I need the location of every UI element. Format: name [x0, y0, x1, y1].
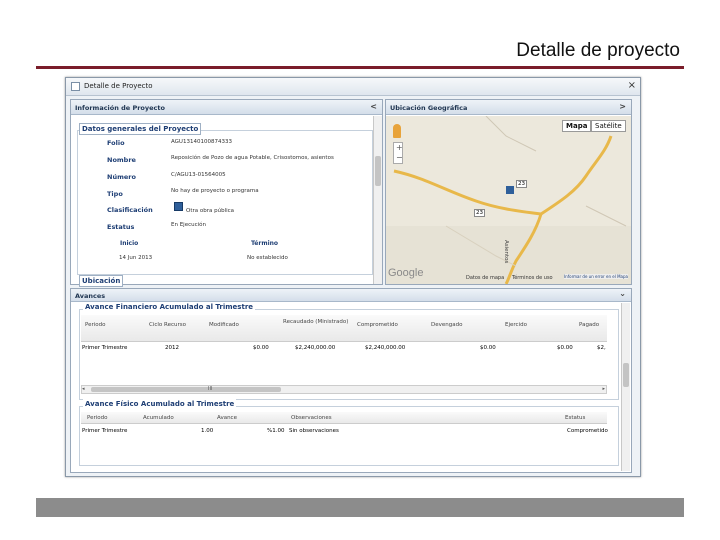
info-scroll-thumb[interactable] [375, 156, 381, 186]
avances-scroll-thumb[interactable] [623, 363, 629, 387]
termino-value: No establecido [247, 255, 288, 261]
project-marker-icon[interactable] [506, 186, 514, 194]
field-value-nombre: Reposición de Pozo de agua Potable, Cris… [171, 155, 334, 161]
col-modificado[interactable]: Modificado [209, 322, 239, 328]
road-badge: 23 [474, 209, 485, 217]
place-label: Asientos [503, 240, 509, 264]
public-works-icon [174, 202, 183, 211]
col-observaciones[interactable]: Observaciones [291, 415, 332, 421]
zoom-control: + − [393, 142, 403, 164]
avances-header: Avances ⌄ [71, 289, 631, 302]
cell-periodo: Primer Trimestre [82, 428, 128, 434]
map-type-satelite-button[interactable]: Satélite [591, 120, 626, 132]
map-panel-title: Ubicación Geográfica [390, 104, 468, 112]
field-value-tipo: No hay de proyecto o programa [171, 188, 259, 194]
avances-scrollbar[interactable] [621, 303, 630, 471]
cell-modificado: $0.00 [253, 345, 269, 351]
col-ciclo-recurso[interactable]: Ciclo Recurso [149, 322, 186, 328]
cell-devengado: $0.00 [480, 345, 496, 351]
cell-comprometido: $2,240,000.00 [365, 345, 406, 351]
zoom-out-icon[interactable]: − [396, 153, 403, 162]
window-title: Detalle de Proyecto [84, 82, 153, 90]
info-panel-title: Información de Proyecto [75, 104, 165, 112]
info-panel-header: Información de Proyecto < [71, 100, 382, 115]
field-label-tipo: Tipo [107, 190, 123, 198]
financial-legend: Avance Financiero Acumulado al Trimestre [83, 302, 256, 312]
inicio-value: 14 Jun 2013 [119, 255, 153, 261]
field-label-nombre: Nombre [107, 156, 136, 164]
cell-avance: %1.00 [267, 428, 285, 434]
zoom-in-icon[interactable]: + [396, 143, 403, 152]
pegman-icon[interactable] [393, 124, 401, 138]
cell-observaciones: Sin observaciones [289, 428, 339, 434]
col-acumulado[interactable]: Acumulado [143, 415, 174, 421]
map-data-link[interactable]: Datos de mapa [466, 275, 504, 281]
collapse-left-icon[interactable]: < [370, 102, 377, 111]
project-detail-window: Detalle de Proyecto × Información de Pro… [65, 77, 641, 477]
cell-acumulado: 1.00 [201, 428, 214, 434]
table-row[interactable]: Primer Trimestre 2012 $0.00 $2,240,000.0… [81, 343, 607, 355]
window-titlebar[interactable]: Detalle de Proyecto × [66, 78, 640, 96]
cell-recaudado: $2,240,000.00 [295, 345, 336, 351]
map-type-mapa-button[interactable]: Mapa [562, 120, 592, 132]
field-label-folio: Folio [107, 139, 125, 147]
field-label-clasificacion: Clasificación [107, 206, 153, 214]
physical-grid-header: Periodo Acumulado Avance Observaciones E… [81, 412, 607, 424]
termino-label: Término [251, 240, 279, 247]
cell-ejercido: $0.00 [557, 345, 573, 351]
cell-pagado: $2, [597, 345, 606, 351]
avances-panel: Avances ⌄ Avance Financiero Acumulado al… [70, 288, 632, 473]
col-recaudado[interactable]: Recaudado (Ministrado) [283, 318, 353, 326]
road-badge: 23 [516, 180, 527, 188]
field-label-numero: Número [107, 173, 136, 181]
scroll-grip: III [208, 386, 213, 392]
field-value-folio: AGU13140100874333 [171, 139, 232, 145]
info-scrollbar[interactable] [373, 116, 382, 284]
cell-ciclo: 2012 [165, 345, 179, 351]
avances-title: Avances [75, 292, 106, 300]
physical-legend: Avance Físico Acumulado al Trimestre [83, 399, 237, 409]
field-value-estatus: En Ejecución [171, 222, 207, 228]
project-info-panel: Información de Proyecto < Datos generale… [70, 99, 383, 287]
ubicacion-tab[interactable]: Ubicación [79, 275, 124, 287]
inicio-label: Inicio [120, 240, 139, 247]
title-rule [36, 66, 684, 69]
field-value-clasificacion: Otra obra pública [186, 208, 235, 214]
cell-periodo: Primer Trimestre [82, 345, 128, 351]
col-pagado[interactable]: Pagado [579, 322, 599, 328]
map-panel-header: Ubicación Geográfica > [386, 100, 631, 115]
field-value-numero: C/AGU13-01564005 [171, 172, 226, 178]
financial-scroll-thumb[interactable] [91, 387, 281, 392]
table-row[interactable]: Primer Trimestre 1.00 %1.00 Sin observac… [81, 426, 608, 438]
financial-hscrollbar[interactable]: ◂ III ▸ [81, 385, 607, 394]
map-report-error-link[interactable]: Informar de un error en el Mapa [564, 274, 628, 279]
financial-grid-header: Periodo Ciclo Recurso Modificado Recauda… [81, 315, 607, 342]
col-avance[interactable]: Avance [217, 415, 237, 421]
footer-bar [36, 498, 684, 517]
cell-estatus: Comprometido [567, 428, 608, 434]
scroll-left-icon[interactable]: ◂ [82, 386, 90, 393]
col-comprometido[interactable]: Comprometido [357, 322, 398, 328]
google-logo: Google [388, 267, 424, 279]
col-ejercido[interactable]: Ejercido [505, 322, 527, 328]
general-data-fieldset [77, 130, 373, 275]
scroll-right-icon[interactable]: ▸ [602, 386, 605, 392]
slide-title: Detalle de proyecto [516, 40, 680, 61]
col-periodo[interactable]: Periodo [87, 415, 108, 421]
field-label-estatus: Estatus [107, 223, 135, 231]
expand-right-icon[interactable]: > [619, 102, 626, 111]
collapse-down-icon[interactable]: ⌄ [619, 289, 626, 298]
map-panel: Ubicación Geográfica > + − Mapa Satélite… [385, 99, 632, 285]
col-estatus[interactable]: Estatus [565, 415, 585, 421]
map-terms-link[interactable]: Términos de uso [512, 275, 553, 281]
general-data-legend: Datos generales del Proyecto [79, 123, 202, 135]
col-devengado[interactable]: Devengado [431, 322, 462, 328]
close-icon[interactable]: × [628, 80, 636, 91]
col-periodo[interactable]: Periodo [85, 322, 106, 328]
window-icon [71, 82, 80, 91]
